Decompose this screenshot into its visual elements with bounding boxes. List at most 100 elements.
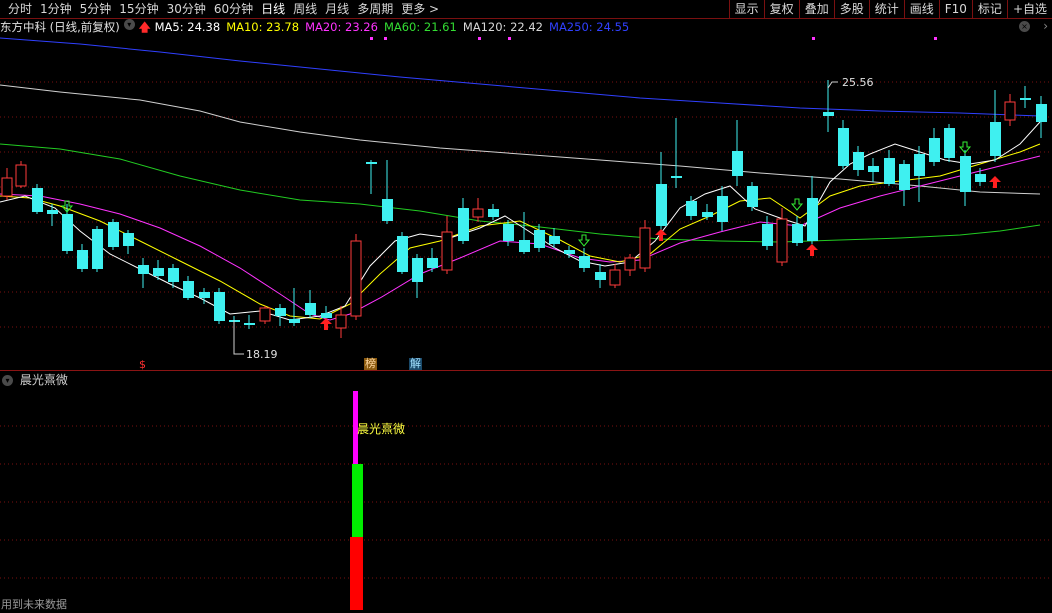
overlay-button[interactable]: 叠加	[798, 0, 834, 18]
candle-body-down	[732, 151, 743, 176]
candle-body-down	[503, 224, 514, 241]
ma5-value: MA5: 24.38	[154, 20, 221, 34]
candle-body-down	[595, 272, 606, 280]
tab-monthly[interactable]: 月线	[321, 0, 353, 18]
candle-body-down	[838, 128, 849, 166]
candle-body-up	[609, 269, 621, 286]
candle-body-down	[183, 281, 194, 298]
jie-badge[interactable]: 解	[409, 358, 422, 370]
candle-body-down	[534, 230, 545, 248]
candle-body-down	[914, 154, 925, 176]
candle-body-down	[32, 188, 43, 212]
candle-body-down	[549, 236, 560, 244]
display-button[interactable]: 显示	[728, 0, 764, 18]
candle-body-down	[168, 268, 179, 282]
candle-body-up	[15, 164, 27, 187]
candle-body-up	[335, 314, 347, 329]
tab-1min[interactable]: 1分钟	[36, 0, 76, 18]
candle-body-down	[671, 176, 682, 178]
marker-dot	[812, 37, 815, 40]
low-leader-line	[233, 320, 244, 355]
tab-30min[interactable]: 30分钟	[163, 0, 210, 18]
sell-signal-arrow	[790, 198, 804, 211]
stock-title[interactable]: 东方中科 (日线,前复权)	[0, 19, 120, 36]
marker-dot	[934, 37, 937, 40]
marker-dot	[384, 37, 387, 40]
tab-timeshare[interactable]: 分时	[4, 0, 36, 18]
candle-body-down	[275, 308, 286, 316]
candle-body-up	[472, 208, 484, 218]
candle-body-down	[382, 199, 393, 221]
candle-body-down	[214, 292, 225, 321]
candle-body-down	[853, 152, 864, 170]
chevron-down-icon[interactable]: ▾	[2, 375, 13, 386]
candle-body-down	[366, 162, 377, 164]
candle-body-down	[944, 128, 955, 158]
ma250-value: MA250: 24.55	[549, 20, 630, 34]
add-watchlist-button[interactable]: +自选	[1006, 0, 1052, 18]
candle-body-up	[624, 257, 636, 271]
marker-dot	[508, 37, 511, 40]
indicator-bar-red	[350, 537, 363, 610]
candle-body-down	[138, 265, 149, 274]
chevron-right-icon[interactable]: ›	[1043, 19, 1048, 33]
tab-multi-period[interactable]: 多周期	[353, 0, 397, 18]
candle-body-down	[686, 201, 697, 216]
candle-body-down	[108, 222, 119, 247]
kline-chart[interactable]: 25.56 18.19	[0, 36, 1052, 370]
indicator-bar-green	[352, 464, 363, 537]
candle-body-down	[899, 164, 910, 190]
buy-signal-arrow	[989, 176, 1001, 188]
grid-lines	[0, 81, 1052, 328]
indicator-name[interactable]: 晨光熹微	[20, 373, 68, 387]
candle-body-down	[123, 233, 134, 246]
candle-body-up	[350, 240, 362, 317]
tab-daily[interactable]: 日线	[257, 0, 289, 18]
candle-body-down	[1020, 98, 1031, 100]
marker-dot	[478, 37, 481, 40]
candle-body-down	[656, 184, 667, 226]
tab-weekly[interactable]: 周线	[289, 0, 321, 18]
candlesticks[interactable]	[1, 80, 1047, 338]
candle-body-down	[519, 240, 530, 252]
chevron-down-icon[interactable]: ▾	[123, 19, 135, 30]
candle-body-down	[244, 323, 255, 325]
ma250-line	[0, 37, 1041, 117]
candle-body-down	[427, 258, 438, 268]
statistics-button[interactable]: 统计	[868, 0, 904, 18]
candle-body-down	[289, 319, 300, 323]
candle-body-down	[792, 224, 803, 243]
tab-60min[interactable]: 60分钟	[210, 0, 257, 18]
candle-body-up	[1004, 101, 1016, 121]
top-toolbar: 分时 1分钟 5分钟 15分钟 30分钟 60分钟 日线 周线 月线 多周期 更…	[0, 0, 1052, 19]
bang-badge[interactable]: 榜	[364, 358, 377, 370]
candle-body-down	[458, 208, 469, 241]
marker-dot	[370, 37, 373, 40]
mark-button[interactable]: 标记	[971, 0, 1007, 18]
indicator-signal-label: 晨光熹微	[357, 422, 406, 436]
candle-body-down	[702, 212, 713, 217]
indicator-chart[interactable]	[0, 388, 1052, 613]
candle-body-down	[153, 268, 164, 276]
tab-more[interactable]: 更多 >	[397, 0, 443, 18]
multi-stock-button[interactable]: 多股	[833, 0, 869, 18]
close-icon[interactable]: ×	[1019, 21, 1030, 32]
candle-body-down	[929, 138, 940, 162]
f10-button[interactable]: F10	[938, 0, 972, 18]
candle-body-down	[717, 196, 728, 222]
candle-body-up	[776, 218, 788, 263]
period-tabs: 分时 1分钟 5分钟 15分钟 30分钟 60分钟 日线 周线 月线 多周期 更…	[4, 0, 443, 18]
buy-signal-arrow	[806, 244, 818, 256]
candle-body-down	[868, 166, 879, 172]
candle-body-down	[62, 214, 73, 251]
tab-5min[interactable]: 5分钟	[76, 0, 116, 18]
adjust-button[interactable]: 复权	[763, 0, 799, 18]
panel-divider	[0, 370, 1052, 371]
candle-body-down	[321, 313, 332, 318]
candle-body-down	[199, 292, 210, 298]
candle-body-down	[412, 258, 423, 282]
tab-15min[interactable]: 15分钟	[115, 0, 162, 18]
candle-body-down	[1036, 104, 1047, 122]
draw-line-button[interactable]: 画线	[903, 0, 939, 18]
candle-body-down	[747, 186, 758, 207]
